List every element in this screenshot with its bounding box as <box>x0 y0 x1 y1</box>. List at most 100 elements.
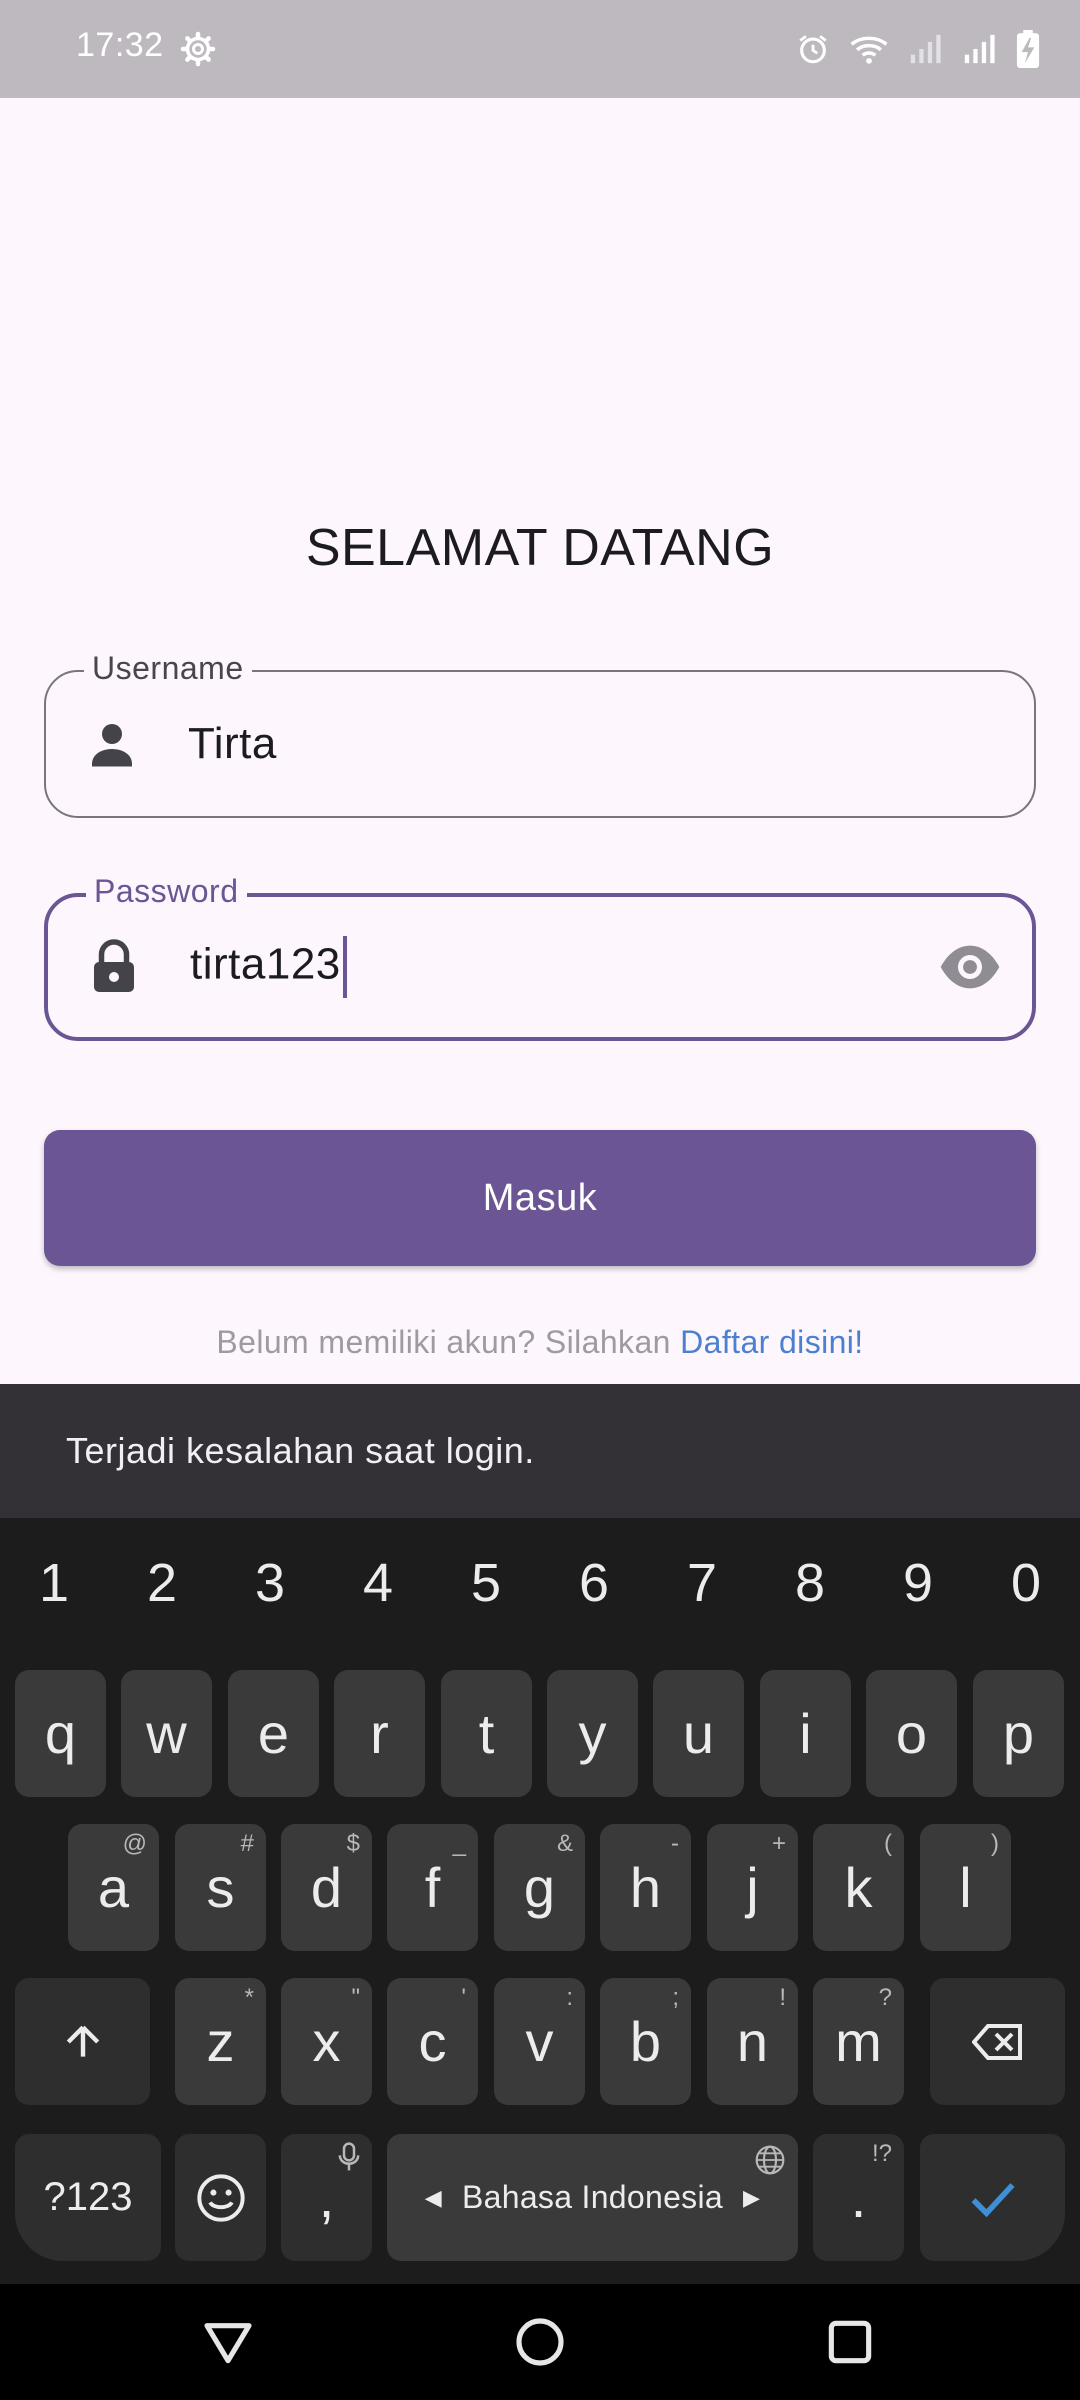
emoji-key[interactable] <box>175 2134 266 2261</box>
emoji-icon <box>196 2173 245 2222</box>
register-link[interactable]: Daftar disini! <box>680 1324 863 1360</box>
key-label: k <box>844 1856 873 1919</box>
password-input[interactable]: tirta123 <box>190 936 347 998</box>
key-hint: ; <box>672 1984 679 2011</box>
key-l[interactable]: l) <box>920 1824 1011 1951</box>
shift-key[interactable] <box>15 1978 150 2105</box>
register-prompt: Belum memiliki akun? Silahkan Daftar dis… <box>0 1324 1080 1361</box>
key-label: v <box>525 2010 554 2073</box>
key-d[interactable]: d $ <box>281 1824 372 1951</box>
key-r[interactable]: r <box>334 1670 425 1797</box>
key-hint: & <box>556 1830 573 1857</box>
key-label: d <box>310 1856 343 1919</box>
key-label: c <box>418 2010 447 2073</box>
key-y[interactable]: y <box>547 1670 638 1797</box>
checkmark-icon <box>971 2182 1015 2217</box>
person-icon <box>92 724 132 767</box>
key-7[interactable]: 7 <box>648 1518 756 1648</box>
key-label: b <box>629 2010 662 2073</box>
page-title: SELAMAT DATANG <box>305 519 775 577</box>
navigation-bar <box>0 2284 1080 2400</box>
key-c[interactable]: c ' <box>387 1978 478 2105</box>
login-screen: SELAMAT DATANG Username Tirta Password t… <box>0 98 1080 1384</box>
key-u[interactable]: u <box>653 1670 744 1797</box>
error-snackbar: Terjadi kesalahan saat login. <box>0 1384 1080 1518</box>
key-8[interactable]: 8 <box>756 1518 864 1648</box>
number-row: 1 2 3 4 5 6 7 8 9 0 <box>0 1518 1080 1648</box>
key-3[interactable]: 3 <box>216 1518 324 1648</box>
key-hint: * <box>244 1984 254 2011</box>
snackbar-message: Terjadi kesalahan saat login. <box>66 1430 535 1471</box>
key-hint: ( <box>884 1830 892 1857</box>
key-5[interactable]: 5 <box>432 1518 540 1648</box>
battery-charging-icon <box>1016 30 1040 68</box>
period-key[interactable]: . !? <box>813 2134 904 2261</box>
key-6[interactable]: 6 <box>540 1518 648 1648</box>
microphone-icon <box>338 2142 360 2171</box>
login-button[interactable]: Masuk <box>44 1130 1036 1266</box>
lock-icon <box>94 939 134 992</box>
key-label: m <box>835 2010 882 2073</box>
backspace-icon <box>971 2023 1022 2060</box>
key-n[interactable]: n! <box>707 1978 798 2105</box>
key-o[interactable]: o <box>866 1670 957 1797</box>
key-j[interactable]: j + <box>707 1824 798 1951</box>
key-q[interactable]: q <box>15 1670 106 1797</box>
key-k[interactable]: k( <box>813 1824 904 1951</box>
key-hint: : <box>566 1984 573 2011</box>
key-i[interactable]: i <box>760 1670 851 1797</box>
key-t[interactable]: t <box>441 1670 532 1797</box>
key-hint: ) <box>991 1830 999 1857</box>
key-hint: $ <box>346 1830 360 1857</box>
username-input[interactable]: Tirta <box>188 719 277 769</box>
text-cursor <box>342 936 347 998</box>
back-icon[interactable] <box>200 2314 256 2370</box>
space-language-label: Bahasa Indonesia <box>461 2179 723 2215</box>
home-icon[interactable] <box>512 2314 568 2370</box>
key-x[interactable]: x " <box>281 1978 372 2105</box>
key-label: x <box>312 2010 341 2073</box>
key-m[interactable]: m? <box>813 1978 904 2105</box>
key-hint: + <box>771 1830 786 1857</box>
key-p[interactable]: p <box>973 1670 1064 1797</box>
key-e[interactable]: e <box>228 1670 319 1797</box>
recents-icon[interactable] <box>822 2314 878 2370</box>
key-b[interactable]: b; <box>600 1978 691 2105</box>
key-w[interactable]: w <box>121 1670 212 1797</box>
eye-icon[interactable] <box>938 935 1002 999</box>
key-g[interactable]: g & <box>494 1824 585 1951</box>
space-key[interactable]: ◀ Bahasa Indonesia ▶ <box>387 2134 798 2261</box>
key-hint: !? <box>871 2140 892 2167</box>
register-prompt-text: Belum memiliki akun? Silahkan <box>216 1324 671 1360</box>
key-label: h <box>629 1856 662 1919</box>
alarm-icon <box>799 35 827 64</box>
signal-icon <box>910 34 941 64</box>
username-field[interactable]: Username Tirta <box>44 650 1036 818</box>
password-label: Password <box>86 873 247 910</box>
comma-key[interactable]: , <box>281 2134 372 2261</box>
key-hint: ' <box>461 1984 466 2011</box>
key-label: j <box>746 1856 759 1919</box>
password-text: tirta123 <box>190 939 341 989</box>
key-z[interactable]: z * <box>175 1978 266 2105</box>
key-0[interactable]: 0 <box>972 1518 1080 1648</box>
key-f[interactable]: f _ <box>387 1824 478 1951</box>
caret-left-icon: ◀ <box>424 2184 442 2210</box>
password-field[interactable]: Password tirta123 <box>44 873 1036 1041</box>
key-2[interactable]: 2 <box>108 1518 216 1648</box>
key-hint: ! <box>779 1984 786 2011</box>
key-h[interactable]: h- <box>600 1824 691 1951</box>
wifi-icon <box>850 36 888 64</box>
symbols-key[interactable]: ?123 <box>15 2134 161 2261</box>
key-a[interactable]: a @ <box>68 1824 159 1951</box>
key-label: s <box>206 1856 235 1919</box>
key-s[interactable]: s # <box>175 1824 266 1951</box>
key-1[interactable]: 1 <box>0 1518 108 1648</box>
key-v[interactable]: v: <box>494 1978 585 2105</box>
key-9[interactable]: 9 <box>864 1518 972 1648</box>
key-label: g <box>523 1856 556 1919</box>
enter-key[interactable] <box>920 2134 1065 2261</box>
globe-icon <box>755 2145 785 2175</box>
key-4[interactable]: 4 <box>324 1518 432 1648</box>
backspace-key[interactable] <box>930 1978 1065 2105</box>
